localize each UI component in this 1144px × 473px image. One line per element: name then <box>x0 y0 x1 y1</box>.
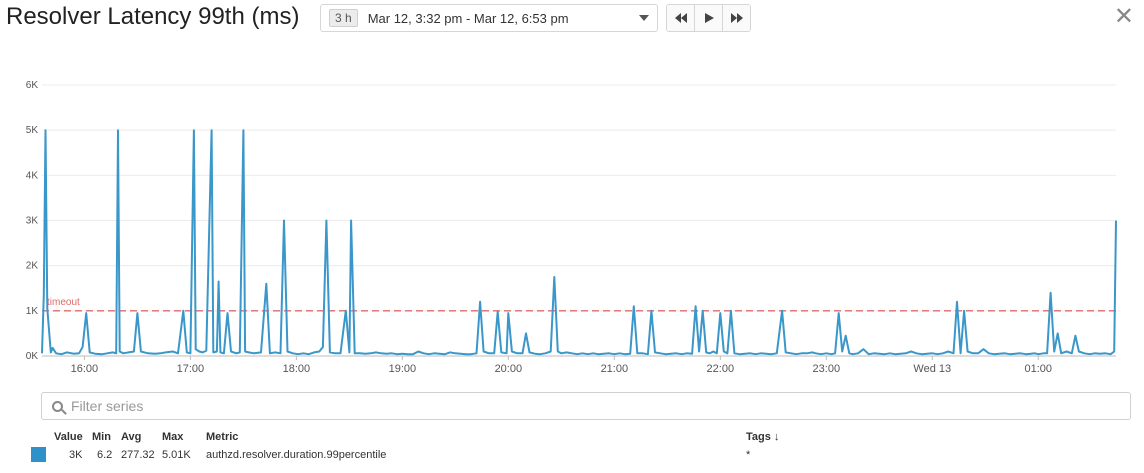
legend-value: 3K <box>69 449 83 461</box>
legend-header-tags[interactable]: Tags ↓ <box>746 431 779 443</box>
legend-max: 5.01K <box>162 449 191 461</box>
y-tick-label: 4K <box>26 170 39 181</box>
y-tick-label: 2K <box>26 261 39 272</box>
timeout-threshold-label: timeout <box>47 297 80 308</box>
y-tick-label: 1K <box>26 306 39 317</box>
x-tick-label: 17:00 <box>177 363 205 375</box>
y-tick-label: 5K <box>26 125 39 136</box>
x-tick-label: 23:00 <box>813 363 841 375</box>
legend-header-value: Value <box>54 431 83 443</box>
x-tick-label: Wed 13 <box>913 363 951 375</box>
legend-min: 6.2 <box>97 449 113 461</box>
y-tick-label: 0K <box>26 351 39 362</box>
x-tick-label: 22:00 <box>707 363 735 375</box>
y-tick-label: 6K <box>26 80 39 91</box>
filter-series-input[interactable] <box>69 397 973 415</box>
series-line <box>41 129 1117 356</box>
chart-area: 0K 1K 2K 3K 4K 5K 6K 16:00 17:00 18:00 19:00 20:00… <box>26 80 1117 375</box>
legend-header-avg: Avg <box>121 431 142 443</box>
legend-avg: 277.32 <box>121 449 155 461</box>
legend-header-min: Min <box>92 431 111 443</box>
x-tick-label: 18:00 <box>283 363 311 375</box>
x-tick-label: 01:00 <box>1025 363 1053 375</box>
series-color-swatch[interactable] <box>31 447 46 462</box>
legend-tags: * <box>746 449 751 461</box>
x-tick-label: 19:00 <box>389 363 417 375</box>
legend-header-max: Max <box>162 431 184 443</box>
legend-header-metric: Metric <box>206 431 239 443</box>
search-icon <box>52 400 63 412</box>
filter-series-box[interactable] <box>41 392 1131 420</box>
x-tick-label: 20:00 <box>495 363 523 375</box>
x-tick-label: 16:00 <box>71 363 99 375</box>
legend-metric: authzd.resolver.duration.99percentile <box>206 449 387 461</box>
y-tick-label: 3K <box>26 216 39 227</box>
x-tick-label: 21:00 <box>601 363 629 375</box>
